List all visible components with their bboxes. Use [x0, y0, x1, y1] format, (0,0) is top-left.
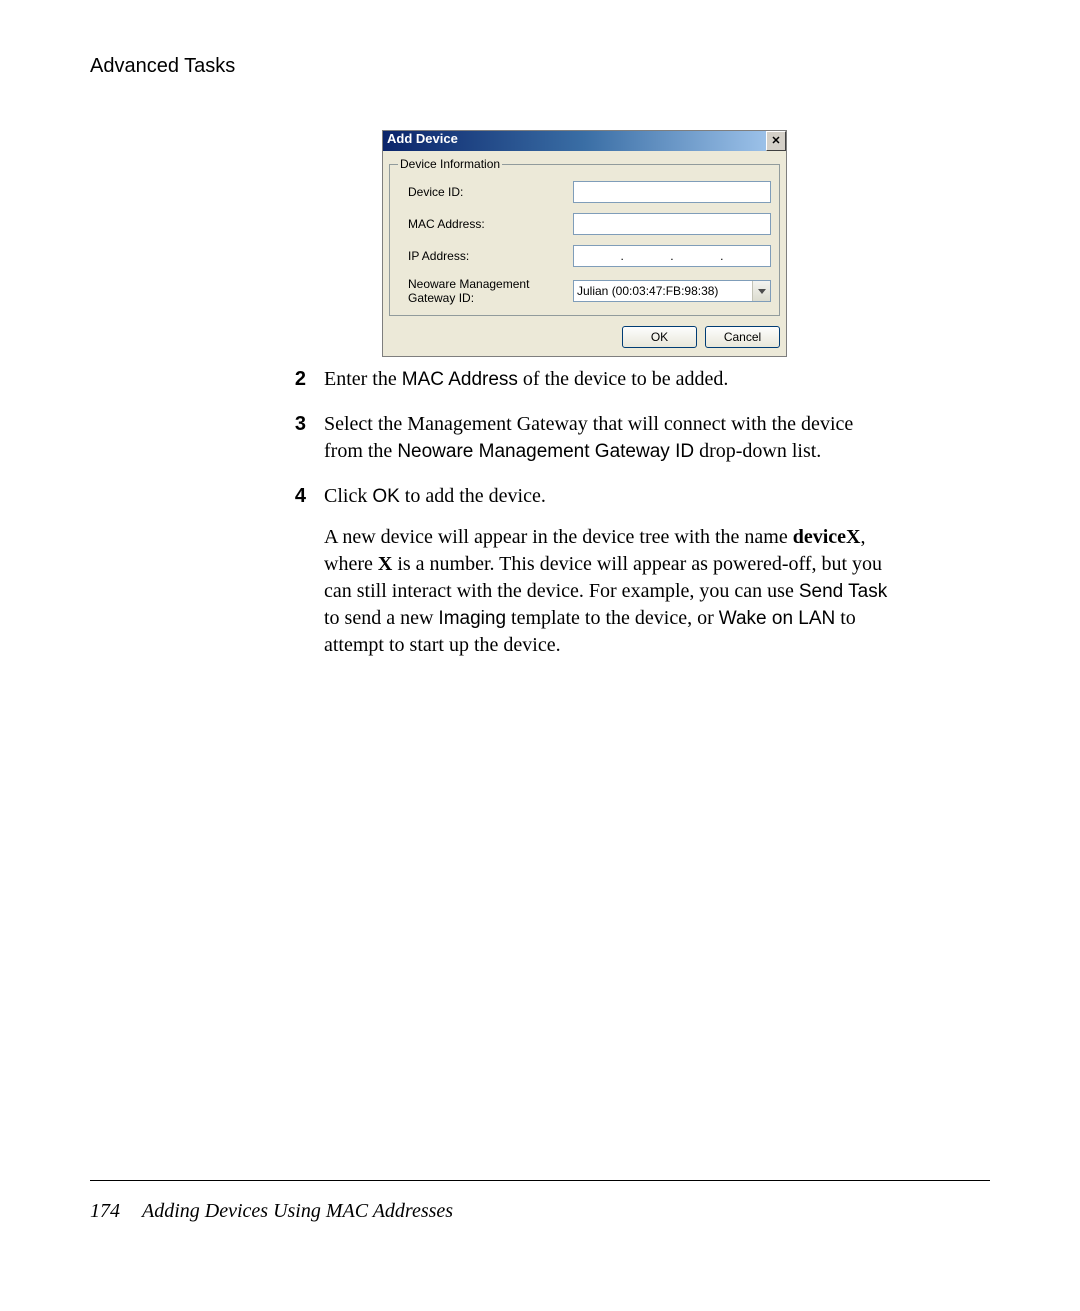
step-4: 4 Click OK to add the device. A new devi… [280, 483, 890, 659]
text: of the device to be added. [518, 368, 728, 390]
text: template to the device, or [506, 607, 719, 629]
text: to send a new [324, 607, 438, 629]
fieldset-legend: Device Information [398, 157, 502, 171]
ip-address-input[interactable]: . . . [573, 245, 771, 267]
ui-term: Send Task [799, 581, 887, 602]
text: to add the device. [400, 485, 546, 507]
add-device-dialog: Add Device ✕ Device Information Device I… [382, 130, 787, 357]
combo-dropdown-button[interactable] [752, 281, 770, 301]
section-header: Advanced Tasks [90, 55, 990, 78]
text: A new device will appear in the device t… [324, 526, 793, 548]
step-number: 2 [280, 366, 324, 393]
ip-address-label: IP Address: [398, 249, 573, 263]
step-number: 3 [280, 411, 324, 465]
mac-address-input[interactable] [573, 213, 771, 235]
cancel-button[interactable]: Cancel [705, 326, 780, 348]
ok-button[interactable]: OK [622, 326, 697, 348]
text: drop-down list. [694, 440, 821, 462]
page-footer: 174 Adding Devices Using MAC Addresses [90, 1200, 453, 1223]
page-number: 174 [90, 1200, 120, 1223]
chevron-down-icon [758, 289, 766, 294]
instruction-content: 2 Enter the MAC Address of the device to… [280, 366, 890, 677]
close-icon: ✕ [771, 136, 780, 147]
bold-term: deviceX [793, 526, 861, 548]
ui-term: Imaging [438, 608, 506, 629]
ui-term: OK [372, 486, 399, 507]
footer-title: Adding Devices Using MAC Addresses [142, 1200, 453, 1223]
dialog-titlebar: Add Device ✕ [383, 131, 786, 151]
device-id-input[interactable] [573, 181, 771, 203]
step-3: 3 Select the Management Gateway that wil… [280, 411, 890, 465]
gateway-id-combo[interactable]: Julian (00:03:47:FB:98:38) [573, 280, 771, 302]
close-button[interactable]: ✕ [766, 131, 786, 151]
footer-divider [90, 1180, 990, 1181]
ui-term: Neoware Management Gateway ID [397, 441, 694, 462]
bold-term: X [378, 553, 392, 575]
device-id-label: Device ID: [398, 185, 573, 199]
ui-term: Wake on LAN [719, 608, 836, 629]
mac-address-label: MAC Address: [398, 217, 573, 231]
gateway-id-selected: Julian (00:03:47:FB:98:38) [574, 284, 718, 298]
step-2: 2 Enter the MAC Address of the device to… [280, 366, 890, 393]
step-number: 4 [280, 483, 324, 659]
text: Enter the [324, 368, 402, 390]
gateway-id-label: Neoware Management Gateway ID: [398, 277, 573, 305]
ui-term: MAC Address [402, 369, 518, 390]
device-information-fieldset: Device Information Device ID: MAC Addres… [389, 157, 780, 316]
text: Click [324, 485, 372, 507]
dialog-title: Add Device [387, 131, 458, 151]
